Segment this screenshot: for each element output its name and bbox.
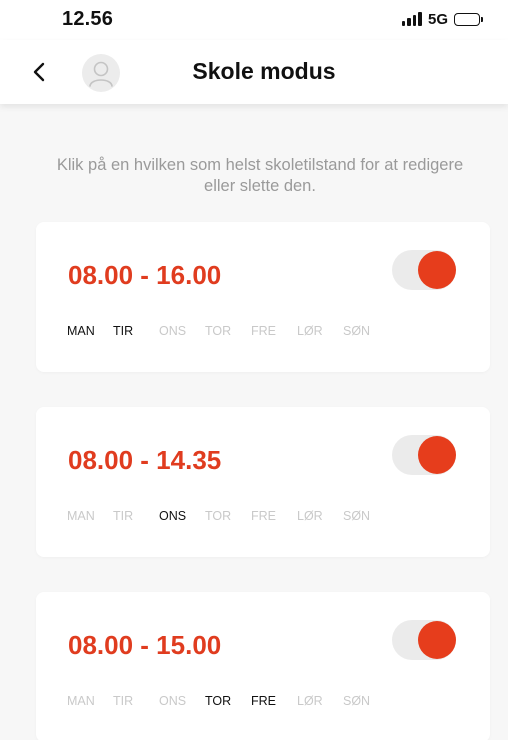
day-fre: FRE <box>251 694 276 708</box>
day-man: MAN <box>67 509 95 523</box>
schedule-time: 08.00 - 14.35 <box>68 445 222 475</box>
day-son: SØN <box>343 694 371 708</box>
day-lor: LØR <box>297 694 323 708</box>
day-tor: TOR <box>205 509 232 523</box>
header: Skole modus <box>0 40 508 104</box>
day-lor: LØR <box>297 324 323 338</box>
status-bar: 12.56 5G <box>0 0 508 40</box>
day-tor: TOR <box>205 694 232 708</box>
day-son: SØN <box>343 324 371 338</box>
status-indicators: 5G <box>401 10 483 28</box>
page-title: Skole modus <box>192 58 336 84</box>
schedule-card[interactable]: 08.00 - 16.00 MAN TIR ONS TOR FRE LØR SØ… <box>36 222 490 372</box>
day-fre: FRE <box>251 509 276 523</box>
day-tir: TIR <box>113 694 134 708</box>
signal-icon <box>401 12 422 26</box>
day-lor: LØR <box>297 509 323 523</box>
instructions-text: Klik på en hvilken som helst skoletilsta… <box>56 156 464 195</box>
day-fre: FRE <box>251 324 276 338</box>
schedule-days: MAN TIR ONS TOR FRE LØR SØN <box>67 509 383 523</box>
day-son: SØN <box>343 509 371 523</box>
screen: 12.56 5G Skole modus Klik på en hvilken … <box>0 0 508 740</box>
status-time: 12.56 <box>62 8 114 30</box>
schedule-toggle[interactable] <box>392 435 456 475</box>
schedule-card[interactable]: 08.00 - 15.00 MAN TIR ONS TOR FRE LØR SØ… <box>36 592 490 740</box>
day-ons: ONS <box>159 694 187 708</box>
network-label: 5G <box>427 10 448 28</box>
schedule-days: MAN TIR ONS TOR FRE LØR SØN <box>67 694 383 708</box>
schedule-card[interactable]: 08.00 - 14.35 MAN TIR ONS TOR FRE LØR SØ… <box>36 407 490 557</box>
day-tor: TOR <box>205 324 232 338</box>
day-man: MAN <box>67 694 95 708</box>
day-man: MAN <box>67 324 95 338</box>
battery-icon <box>454 12 483 26</box>
day-ons: ONS <box>159 509 187 523</box>
schedule-toggle[interactable] <box>392 250 456 290</box>
day-tir: TIR <box>113 324 134 338</box>
day-ons: ONS <box>159 324 187 338</box>
schedule-time: 08.00 - 16.00 <box>68 260 222 290</box>
schedule-time: 08.00 - 15.00 <box>68 630 222 660</box>
day-tir: TIR <box>113 509 134 523</box>
schedule-toggle[interactable] <box>392 620 456 660</box>
schedule-days: MAN TIR ONS TOR FRE LØR SØN <box>67 324 383 338</box>
